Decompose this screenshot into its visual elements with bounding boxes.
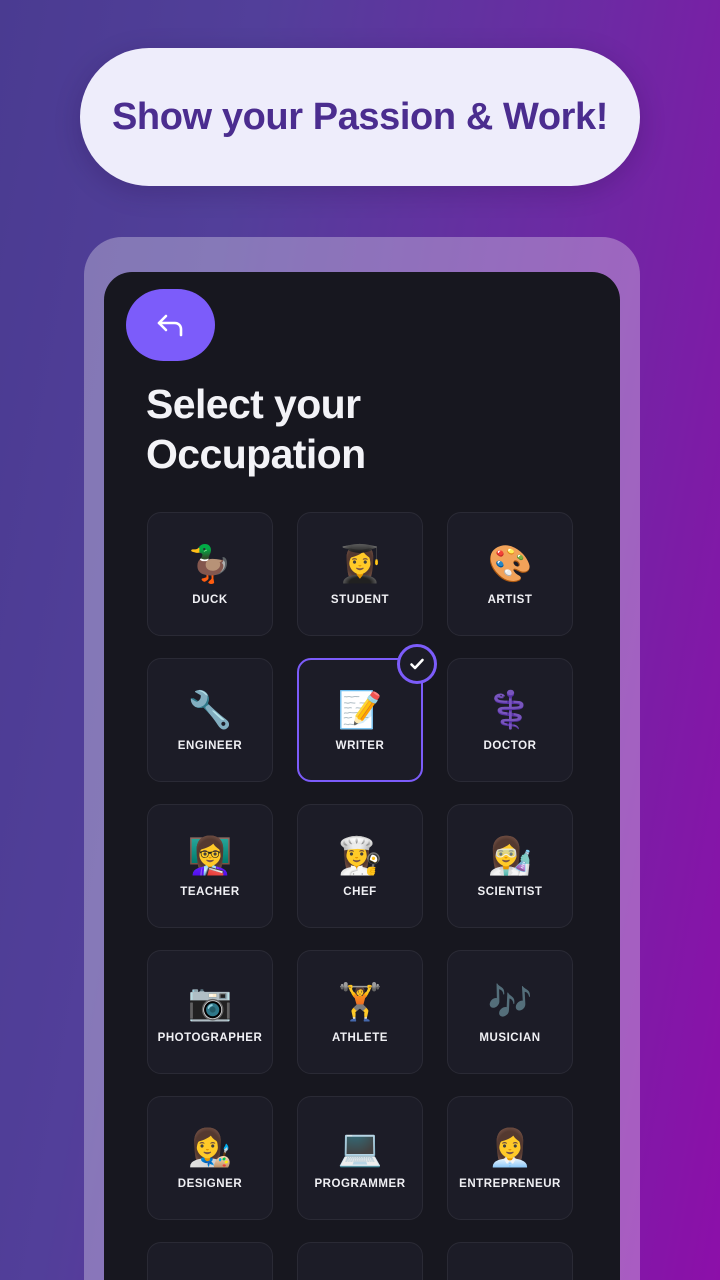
- occupation-card-label: DUCK: [192, 594, 228, 606]
- occupation-card-scientist[interactable]: 👩‍🔬 SCIENTIST: [447, 804, 573, 928]
- camera-icon: 📷: [187, 981, 233, 1022]
- occupation-grid: 🦆 DUCK 👩‍🎓 STUDENT 🎨 ARTIST 🔧 ENGINEER 📝 WRITER ⚕️…: [147, 512, 577, 1280]
- occupation-card-label: MUSICIAN: [479, 1032, 541, 1044]
- occupation-card-duck[interactable]: 🦆 DUCK: [147, 512, 273, 636]
- duck-icon: 🦆: [187, 543, 233, 584]
- occupation-card-label: STUDENT: [330, 594, 390, 606]
- occupation-card-label: DOCTOR: [483, 740, 537, 752]
- occupation-card-label: ATHLETE: [331, 1032, 389, 1044]
- occupation-card-doctor[interactable]: ⚕️ DOCTOR: [447, 658, 573, 782]
- phone-screen: Select your Occupation 🦆 DUCK 👩‍🎓 STUDENT 🎨 A…: [104, 272, 620, 1280]
- back-button[interactable]: [126, 289, 215, 361]
- occupation-card-musician[interactable]: 🎶 MUSICIAN: [447, 950, 573, 1074]
- chef-icon: 👩‍🍳: [337, 835, 383, 876]
- back-arrow-icon: [154, 310, 188, 340]
- occupation-card-label: CHEF: [343, 886, 377, 898]
- occupation-card-label: ARTIST: [487, 594, 533, 606]
- promo-banner: Show your Passion & Work!: [80, 48, 640, 186]
- occupation-card-photographer[interactable]: 📷 PHOTOGRAPHER: [147, 950, 273, 1074]
- occupation-card-placeholder[interactable]: [147, 1242, 273, 1280]
- occupation-card-label: WRITER: [335, 740, 385, 752]
- occupation-card-entrepreneur[interactable]: 👩‍💼 ENTREPRENEUR: [447, 1096, 573, 1220]
- page-title-line-2: Occupation: [146, 431, 366, 478]
- businesswoman-icon: 👩‍💼: [487, 1127, 533, 1168]
- occupation-card-label: PROGRAMMER: [314, 1178, 406, 1190]
- page-title-line-1: Select your: [146, 381, 361, 427]
- weightlifter-icon: 🏋️: [337, 981, 383, 1022]
- medical-symbol-icon: ⚕️: [487, 689, 533, 730]
- occupation-card-label: DESIGNER: [177, 1178, 243, 1190]
- occupation-card-label: TEACHER: [180, 886, 240, 898]
- occupation-card-chef[interactable]: 👩‍🍳 CHEF: [297, 804, 423, 928]
- occupation-card-engineer[interactable]: 🔧 ENGINEER: [147, 658, 273, 782]
- occupation-card-label: ENTREPRENEUR: [459, 1178, 561, 1190]
- scientist-icon: 👩‍🔬: [487, 835, 533, 876]
- occupation-card-programmer[interactable]: 💻 PROGRAMMER: [297, 1096, 423, 1220]
- occupation-card-label: SCIENTIST: [477, 886, 543, 898]
- designer-icon: 👩‍🎨: [187, 1127, 233, 1168]
- wrench-icon: 🔧: [187, 689, 233, 730]
- occupation-card-placeholder[interactable]: [297, 1242, 423, 1280]
- occupation-card-placeholder[interactable]: [447, 1242, 573, 1280]
- palette-icon: 🎨: [487, 543, 533, 584]
- student-icon: 👩‍🎓: [337, 543, 383, 584]
- teacher-icon: 👩‍🏫: [187, 835, 233, 876]
- page-title: Select your Occupation: [146, 379, 566, 479]
- music-notes-icon: 🎶: [487, 981, 533, 1022]
- check-icon: [397, 644, 437, 684]
- occupation-card-label: ENGINEER: [177, 740, 243, 752]
- laptop-icon: 💻: [337, 1127, 383, 1168]
- occupation-card-writer[interactable]: 📝 WRITER: [297, 644, 437, 782]
- occupation-card-designer[interactable]: 👩‍🎨 DESIGNER: [147, 1096, 273, 1220]
- occupation-card-student[interactable]: 👩‍🎓 STUDENT: [297, 512, 423, 636]
- occupation-card-label: PHOTOGRAPHER: [157, 1032, 263, 1044]
- occupation-card-athlete[interactable]: 🏋️ ATHLETE: [297, 950, 423, 1074]
- memo-pencil-icon: 📝: [337, 689, 383, 730]
- occupation-card-artist[interactable]: 🎨 ARTIST: [447, 512, 573, 636]
- promo-banner-text: Show your Passion & Work!: [111, 95, 609, 138]
- occupation-card-teacher[interactable]: 👩‍🏫 TEACHER: [147, 804, 273, 928]
